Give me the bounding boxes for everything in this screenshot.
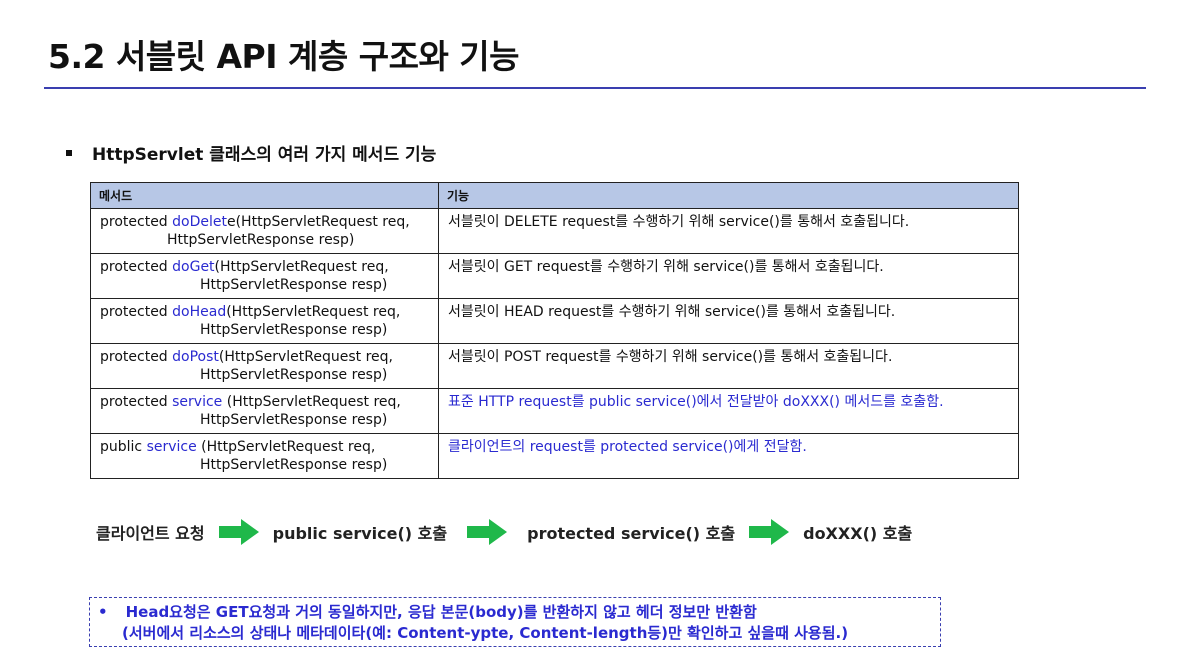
method-description: 클라이언트의 request를 protected service()에게 전달… — [448, 439, 807, 455]
method-description: 서블릿이 GET request를 수행하기 위해 service()를 통해서… — [448, 259, 884, 275]
method-params-line2: HttpServletResponse resp) — [167, 232, 355, 248]
page-title: 5.2 서블릿 API 계층 구조와 기능 — [48, 37, 520, 76]
square-bullet-icon — [66, 149, 72, 156]
flow-step: public service() 호출 — [272, 524, 448, 543]
access-modifier: protected — [100, 304, 173, 320]
table-header-row: 메서드 기능 — [90, 182, 1019, 209]
method-signature-cell: protected doHead(HttpServletRequest req,… — [90, 298, 439, 344]
table-row: protected doHead(HttpServletRequest req,… — [90, 298, 1019, 344]
right-arrow-icon — [467, 519, 508, 545]
method-description: 표준 HTTP request를 public service()에서 전달받아… — [448, 394, 944, 410]
header-function: 기능 — [438, 182, 1019, 209]
right-arrow-icon — [218, 519, 259, 545]
table-row: protected doGet(HttpServletRequest req, H… — [90, 253, 1019, 299]
method-name: doPost — [172, 349, 219, 365]
method-params: (HttpServletRequest req, — [214, 259, 389, 275]
method-params-line2: HttpServletResponse resp) — [200, 322, 388, 338]
method-params: (HttpServletRequest req, — [218, 349, 393, 365]
method-description-cell: 서블릿이 POST request를 수행하기 위해 service()를 통해… — [438, 343, 1019, 389]
section-heading: HttpServlet 클래스의 여러 가지 메서드 기능 — [66, 140, 436, 165]
note-line-2: (서버에서 리소스의 상태나 메타데이타(예: Content-ypte, Co… — [122, 624, 849, 642]
access-modifier: protected — [100, 394, 173, 410]
method-params: (HttpServletRequest req, — [222, 394, 401, 410]
access-modifier: protected — [100, 349, 173, 365]
flow-step: doXXX() 호출 — [803, 524, 913, 543]
section-heading-text: HttpServlet 클래스의 여러 가지 메서드 기능 — [92, 145, 437, 165]
method-description-cell: 서블릿이 HEAD request를 수행하기 위해 service()를 통해… — [438, 298, 1019, 344]
method-params: (HttpServletRequest req, — [196, 439, 376, 455]
right-arrow-icon — [749, 519, 790, 545]
method-name: doHead — [172, 304, 227, 320]
access-modifier: protected — [100, 214, 173, 230]
method-name: service — [146, 439, 197, 455]
title-divider — [44, 87, 1146, 89]
method-description-cell: 서블릿이 GET request를 수행하기 위해 service()를 통해서… — [438, 253, 1019, 299]
method-description-cell: 표준 HTTP request를 public service()에서 전달받아… — [438, 388, 1019, 434]
header-method: 메서드 — [90, 182, 439, 209]
access-modifier: public — [100, 439, 147, 455]
method-description-cell: 클라이언트의 request를 protected service()에게 전달… — [438, 433, 1019, 479]
method-name: doDelet — [172, 214, 227, 230]
method-signature-cell: protected doDelete(HttpServletRequest re… — [90, 208, 439, 254]
method-params-line2: HttpServletResponse resp) — [200, 457, 388, 473]
method-signature-cell: public service (HttpServletRequest req, H… — [90, 433, 439, 479]
method-signature-cell: protected doPost(HttpServletRequest req,… — [90, 343, 439, 389]
method-description: 서블릿이 HEAD request를 수행하기 위해 service()를 통해… — [448, 304, 896, 320]
method-signature-cell: protected doGet(HttpServletRequest req, H… — [90, 253, 439, 299]
method-name: service — [172, 394, 223, 410]
method-description-cell: 서블릿이 DELETE request를 수행하기 위해 service()를 … — [438, 208, 1019, 254]
method-description: 서블릿이 DELETE request를 수행하기 위해 service()를 … — [448, 214, 910, 230]
note-box: • Head요청은 GET요청과 거의 동일하지만, 응답 본문(body)를 반… — [89, 597, 941, 647]
access-modifier: protected — [100, 259, 173, 275]
method-params-line2: HttpServletResponse resp) — [200, 412, 388, 428]
flow-step: 클라이언트 요청 — [96, 524, 205, 543]
flow-step: protected service() 호출 — [527, 524, 736, 543]
call-flow: 클라이언트 요청 public service() 호출 protected s… — [96, 519, 912, 545]
table-row: protected service (HttpServletRequest re… — [90, 388, 1019, 434]
method-signature-cell: protected service (HttpServletRequest re… — [90, 388, 439, 434]
table-row: public service (HttpServletRequest req, H… — [90, 433, 1019, 479]
method-params: e(HttpServletRequest req, — [226, 214, 410, 230]
table-row: protected doDelete(HttpServletRequest re… — [90, 208, 1019, 254]
table-row: protected doPost(HttpServletRequest req,… — [90, 343, 1019, 389]
method-params-line2: HttpServletResponse resp) — [200, 277, 388, 293]
methods-table: 메서드 기능 protected doDelete(HttpServletReq… — [90, 182, 1019, 479]
method-params: (HttpServletRequest req, — [226, 304, 401, 320]
method-description: 서블릿이 POST request를 수행하기 위해 service()를 통해… — [448, 349, 893, 365]
method-name: doGet — [172, 259, 215, 275]
note-line-1: Head요청은 GET요청과 거의 동일하지만, 응답 본문(body)를 반환… — [125, 603, 757, 621]
method-params-line2: HttpServletResponse resp) — [200, 367, 388, 383]
note-bullet: • — [98, 603, 108, 621]
